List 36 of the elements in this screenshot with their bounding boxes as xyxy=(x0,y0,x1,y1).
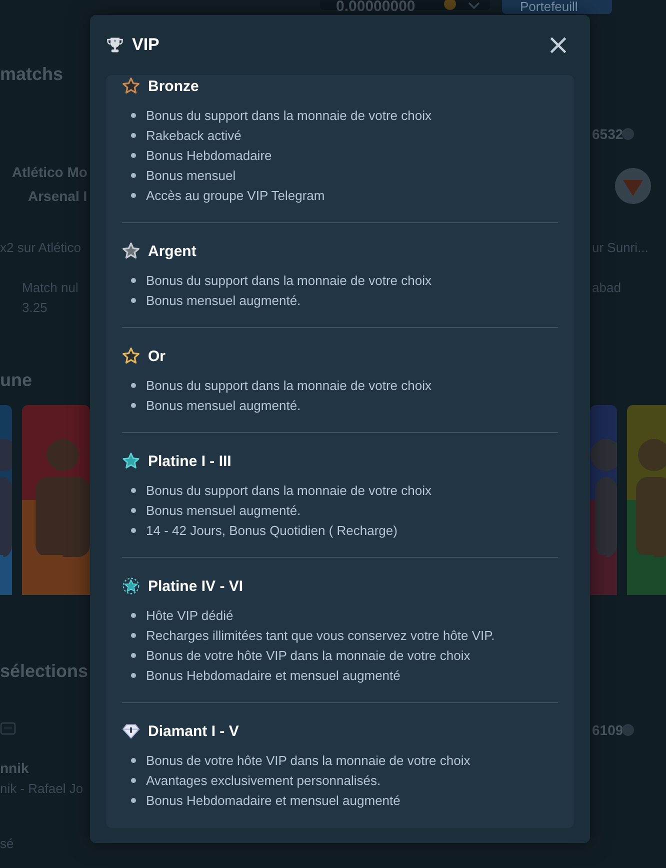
benefit-text: Rakeback activé xyxy=(146,128,242,142)
balance-amount: 0.00000000 xyxy=(336,0,416,14)
benefit-text: Bonus du support dans la monnaie de votre choix xyxy=(146,272,432,288)
benefit-text: Bonus mensuel augmenté. xyxy=(146,398,301,412)
benefit-text: Bonus de votre hôte VIP dans la monnaie de votre choix xyxy=(146,648,470,662)
modal-title: VIP xyxy=(132,35,160,55)
benefit-text: Accès au groupe VIP Telegram xyxy=(146,188,325,202)
benefit-text: Bonus Hebdomadaire xyxy=(146,148,272,162)
tier-title: Argent xyxy=(148,242,196,260)
benefit-text: Bonus mensuel augmenté. xyxy=(146,292,301,308)
tier-title: Platine I - III xyxy=(148,452,232,470)
section-heading: matchs xyxy=(0,64,64,85)
benefit-text: Bonus mensuel augmenté. xyxy=(146,502,301,518)
tier-title: Bronze xyxy=(148,78,199,94)
section-heading: sélections xyxy=(0,661,88,682)
benefit-text: Bonus du support dans la monnaie de votre choix xyxy=(146,108,432,122)
benefit-text: Bonus de votre hôte VIP dans la monnaie de votre choix xyxy=(146,752,470,768)
benefit-text: Avantages exclusivement personnalisés. xyxy=(146,772,381,788)
section-heading: une xyxy=(0,370,32,391)
benefit-text: Hôte VIP dédié xyxy=(146,608,234,622)
benefit-text: Bonus du support dans la monnaie de votre choix xyxy=(146,482,432,498)
tier-title: Or xyxy=(148,348,166,364)
wallet-button[interactable]: Portefeuill xyxy=(502,0,612,14)
team-name: Atlético Mo xyxy=(12,164,88,180)
benefit-text: 14 - 42 Jours, Bonus Quotidien ( Recharge) xyxy=(146,522,398,538)
tier-title: Diamant I - V xyxy=(148,722,239,740)
tier-title: Platine IV - VI xyxy=(148,578,244,594)
benefit-text: Bonus Hebdomadaire et mensuel augmenté xyxy=(146,668,400,682)
benefit-text: Bonus Hebdomadaire et mensuel augmenté xyxy=(146,792,400,808)
benefit-text: Bonus mensuel xyxy=(146,168,236,182)
benefit-text: Bonus du support dans la monnaie de votre choix xyxy=(146,378,432,392)
bet-id: 6109 xyxy=(592,722,624,738)
bet-id: 6532 xyxy=(592,126,624,142)
close-button[interactable]: × xyxy=(544,33,572,57)
player-name: nnik xyxy=(0,760,29,776)
benefit-text: Recharges illimitées tant que vous conservez votre hôte VIP. xyxy=(146,628,495,642)
